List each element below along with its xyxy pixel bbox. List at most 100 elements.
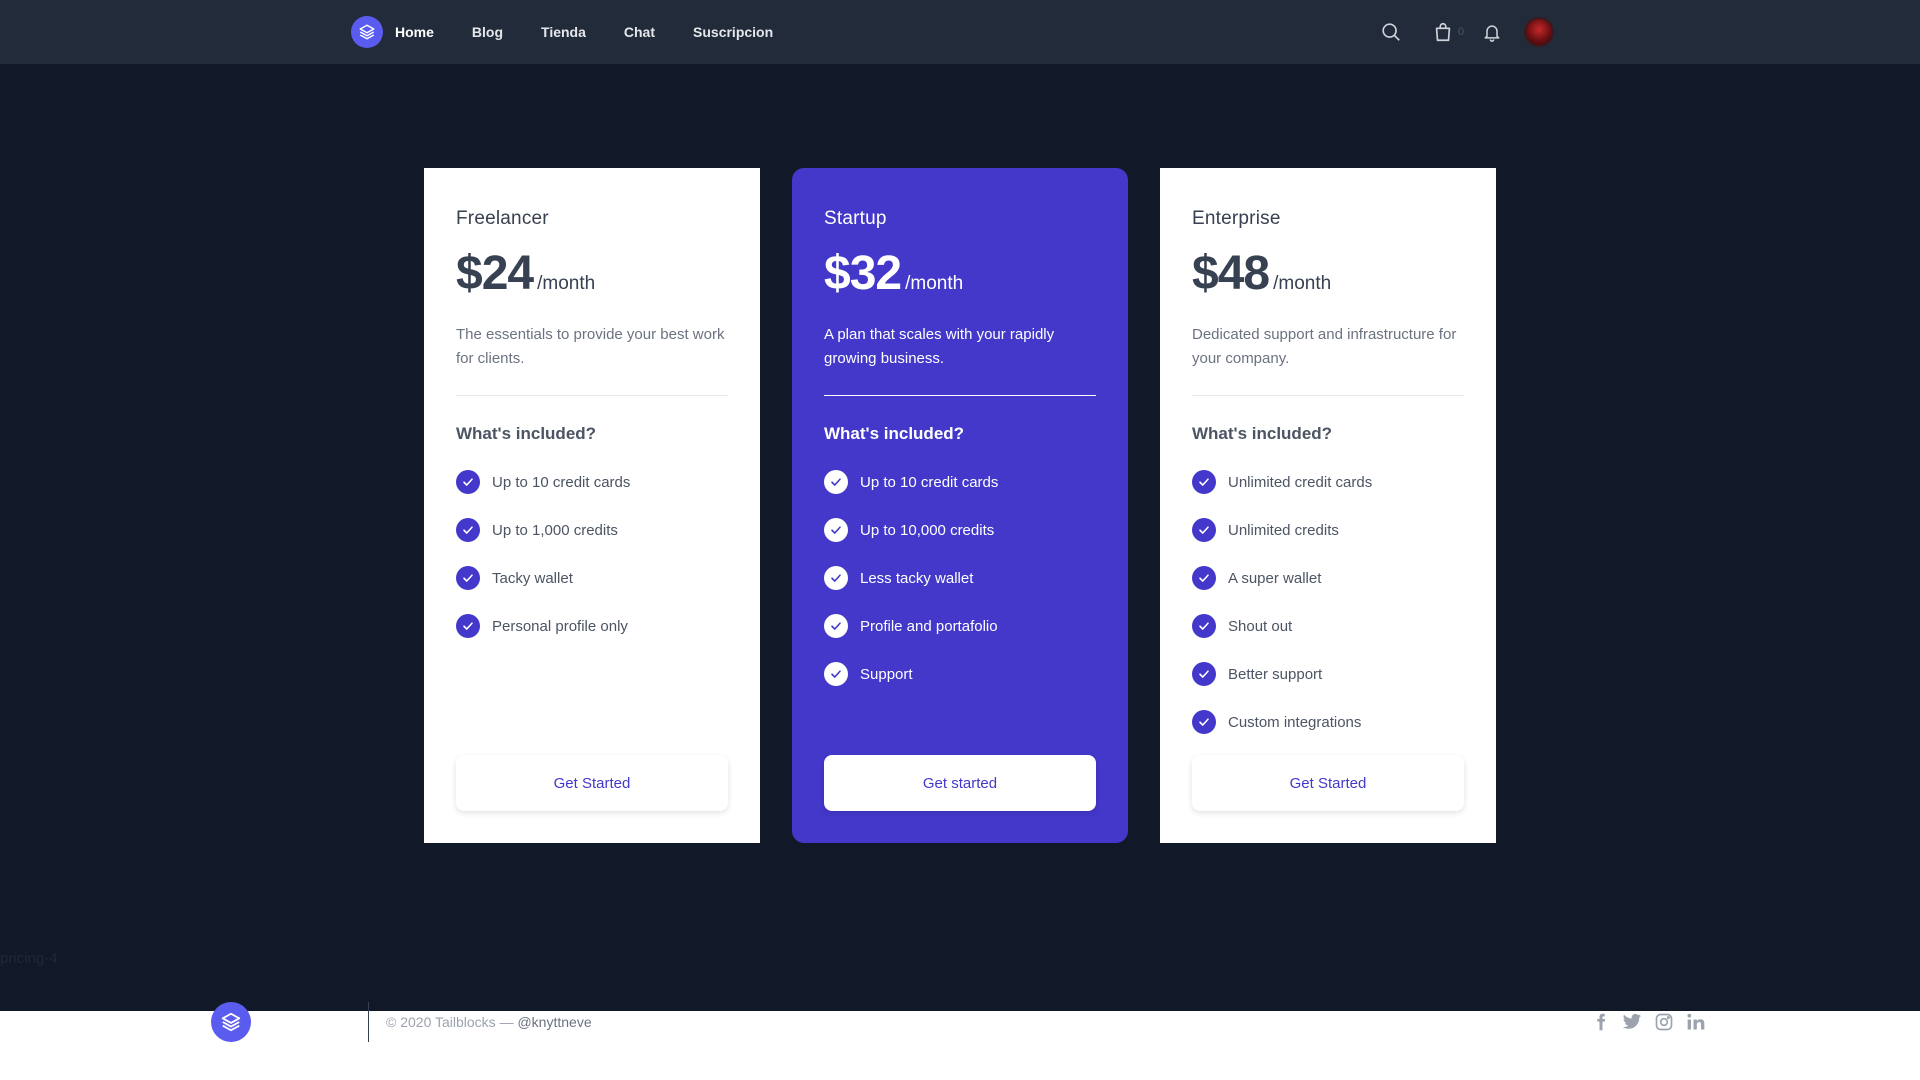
cart-count: 0 [1458,26,1465,38]
feature-item: Profile and portafolio [824,602,1096,650]
feature-item: Tacky wallet [456,554,728,602]
included-heading: What's included? [824,424,965,443]
plan-period: /month [1273,273,1332,294]
feature-label: Better support [1228,665,1323,683]
copyright-text: © 2020 Tailblocks — [386,1014,514,1030]
pricing-card-enterprise: Enterprise $48 /month Dedicated support … [1160,168,1496,843]
plan-description: A plan that scales with your rapidly gro… [824,326,1055,367]
facebook-icon[interactable] [1592,1013,1610,1031]
feature-label: Support [860,665,913,683]
linkedin-icon[interactable] [1686,1012,1706,1032]
feature-item: Personal profile only [456,602,728,650]
shopping-bag-icon[interactable] [1432,21,1454,43]
instagram-icon[interactable] [1654,1012,1674,1032]
price-row: $24 /month [456,246,728,301]
search-icon[interactable] [1380,21,1402,43]
check-icon [1192,710,1216,734]
check-icon [1192,614,1216,638]
plan-name: Enterprise [1192,208,1281,229]
feature-list: Unlimited credit cards Unlimited credits… [1192,458,1464,746]
check-icon [456,566,480,590]
check-icon [824,470,848,494]
author-handle-link[interactable]: @knyttneve [517,1014,591,1030]
avatar[interactable] [1524,17,1555,47]
feature-label: Up to 10 credit cards [492,473,631,491]
check-icon [824,566,848,590]
check-icon [1192,470,1216,494]
plan-description: The essentials to provide your best work… [456,326,725,367]
plan-period: /month [905,273,964,294]
bell-icon[interactable] [1482,22,1502,42]
footer-brand[interactable]: Tailblocks [211,1002,354,1042]
logo-icon[interactable] [351,16,383,48]
feature-list: Up to 10 credit cards Up to 1,000 credit… [456,458,728,650]
plan-price: $32 [824,247,902,300]
plan-price: $24 [456,247,534,300]
nav-link-tienda[interactable]: Tienda [541,24,586,40]
price-row: $32 /month [824,246,1096,301]
feature-item: Better support [1192,650,1464,698]
feature-item: Custom integrations [1192,698,1464,746]
copyright: © 2020 Tailblocks — @knyttneve [386,1014,592,1030]
check-icon [1192,662,1216,686]
section-label: pricing-4 [0,950,58,967]
plan-name: Freelancer [456,208,549,229]
feature-label: Profile and portafolio [860,617,998,635]
main-nav: Home Blog Tienda Chat Suscripcion [395,24,811,40]
check-icon [824,662,848,686]
nav-right: 0 [1380,0,1555,64]
feature-list: Up to 10 credit cards Up to 10,000 credi… [824,458,1096,698]
feature-item: Up to 10 credit cards [456,458,728,506]
feature-label: Shout out [1228,617,1293,635]
pricing-card-freelancer: Freelancer $24 /month The essentials to … [424,168,760,843]
footer-divider [368,1002,369,1042]
feature-label: Up to 10,000 credits [860,521,995,539]
nav-link-suscripcion[interactable]: Suscripcion [693,24,773,40]
top-navbar: Home Blog Tienda Chat Suscripcion 0 [0,0,1920,64]
twitter-icon[interactable] [1622,1012,1642,1032]
feature-label: Custom integrations [1228,713,1362,731]
feature-label: Personal profile only [492,617,628,635]
feature-item: Unlimited credits [1192,506,1464,554]
feature-label: Up to 1,000 credits [492,521,618,539]
divider [1192,395,1464,396]
plan-period: /month [537,273,596,294]
nav-link-chat[interactable]: Chat [624,24,655,40]
check-icon [456,518,480,542]
feature-label: A super wallet [1228,569,1322,587]
feature-label: Unlimited credit cards [1228,473,1373,491]
plan-name: Startup [824,208,887,229]
nav-link-blog[interactable]: Blog [472,24,503,40]
included-heading: What's included? [456,424,597,443]
included-heading: What's included? [1192,424,1333,443]
feature-label: Up to 10 credit cards [860,473,999,491]
feature-item: Support [824,650,1096,698]
feature-item: Unlimited credit cards [1192,458,1464,506]
divider [824,395,1096,396]
get-started-button[interactable]: Get started [824,755,1096,811]
footer-brand-name: Tailblocks [263,1010,355,1033]
plan-description: Dedicated support and infrastructure for… [1192,326,1457,367]
divider [456,395,728,396]
get-started-button[interactable]: Get Started [1192,755,1464,811]
nav-left: Home Blog Tienda Chat Suscripcion [351,0,811,64]
feature-label: Unlimited credits [1228,521,1339,539]
price-row: $48 /month [1192,246,1464,301]
check-icon [456,470,480,494]
feature-label: Less tacky wallet [860,569,974,587]
feature-item: A super wallet [1192,554,1464,602]
pricing-section: Freelancer $24 /month The essentials to … [0,64,1920,1042]
check-icon [824,518,848,542]
get-started-button[interactable]: Get Started [456,755,728,811]
check-icon [1192,518,1216,542]
plan-price: $48 [1192,247,1270,300]
social-links [1592,1012,1718,1032]
feature-label: Tacky wallet [492,569,573,587]
check-icon [1192,566,1216,590]
feature-item: Less tacky wallet [824,554,1096,602]
feature-item: Up to 10,000 credits [824,506,1096,554]
feature-item: Up to 1,000 credits [456,506,728,554]
feature-item: Shout out [1192,602,1464,650]
check-icon [456,614,480,638]
nav-link-home[interactable]: Home [395,24,434,40]
